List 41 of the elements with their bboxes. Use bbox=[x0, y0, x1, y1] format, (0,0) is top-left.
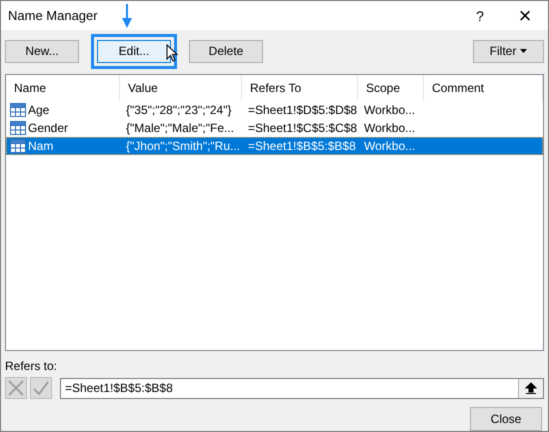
table-cell: Gender bbox=[28, 120, 68, 135]
name-row[interactable]: Age {"35";"28";"23";"24"} =Sheet1!$D$5:$D$8 Workbo... bbox=[6, 100, 543, 119]
name-row[interactable]: Nam {"Jhon";"Smith";"Ru... =Sheet1!$B$5:$B$8 Workbo... bbox=[6, 136, 543, 155]
table-cell: =Sheet1!$B$5:$B$8 bbox=[248, 138, 356, 153]
cross-icon bbox=[8, 380, 24, 396]
name-row[interactable]: Gender {"Male";"Male";"Fe... =Sheet1!$C$5:$C$8 Workbo... bbox=[6, 118, 543, 137]
table-cell: Age bbox=[28, 102, 50, 117]
table-cell: {"Jhon";"Smith";"Ru... bbox=[126, 138, 240, 153]
table-icon bbox=[10, 102, 26, 117]
column-header[interactable]: Scope bbox=[358, 74, 424, 101]
column-header[interactable]: Value bbox=[120, 74, 242, 101]
table-cell: {"Male";"Male";"Fe... bbox=[126, 120, 234, 135]
window-title: Name Manager bbox=[8, 8, 98, 24]
confirm-button[interactable] bbox=[30, 377, 52, 399]
cancel-button[interactable] bbox=[5, 377, 27, 399]
toolbar-button[interactable]: New... bbox=[5, 40, 79, 63]
table-icon bbox=[10, 138, 26, 153]
close-button[interactable]: × bbox=[502, 2, 548, 29]
table-icon bbox=[10, 120, 26, 135]
filter-button[interactable]: Filter bbox=[473, 40, 544, 63]
toolbar-button[interactable]: Delete bbox=[189, 40, 263, 63]
check-icon bbox=[33, 381, 49, 395]
table-cell: {"35";"28";"23";"24"} bbox=[126, 102, 232, 117]
close-dialog-button[interactable]: Close bbox=[470, 407, 542, 431]
collapse-button[interactable] bbox=[518, 378, 543, 398]
column-header[interactable]: Refers To bbox=[242, 74, 358, 101]
column-header[interactable]: Comment bbox=[424, 74, 543, 101]
column-header[interactable]: Name bbox=[6, 74, 120, 101]
cursor-icon bbox=[166, 44, 178, 62]
upload-icon bbox=[525, 382, 537, 394]
caret-icon bbox=[520, 49, 528, 54]
refers-to-label: Refers to: bbox=[4, 358, 58, 373]
table-cell: =Sheet1!$C$5:$C$8 bbox=[248, 120, 358, 135]
table-cell: Nam bbox=[28, 138, 54, 153]
table-cell: Workbo... bbox=[364, 102, 416, 117]
refers-to-field[interactable]: =Sheet1!$B$5:$B$8 bbox=[60, 378, 544, 398]
arrow-icon bbox=[121, 4, 133, 28]
table-cell: =Sheet1!$D$5:$D$8 bbox=[248, 102, 358, 117]
table-cell: Workbo... bbox=[364, 138, 416, 153]
table-cell: Workbo... bbox=[364, 120, 416, 135]
help-button[interactable]: ? bbox=[458, 8, 502, 24]
